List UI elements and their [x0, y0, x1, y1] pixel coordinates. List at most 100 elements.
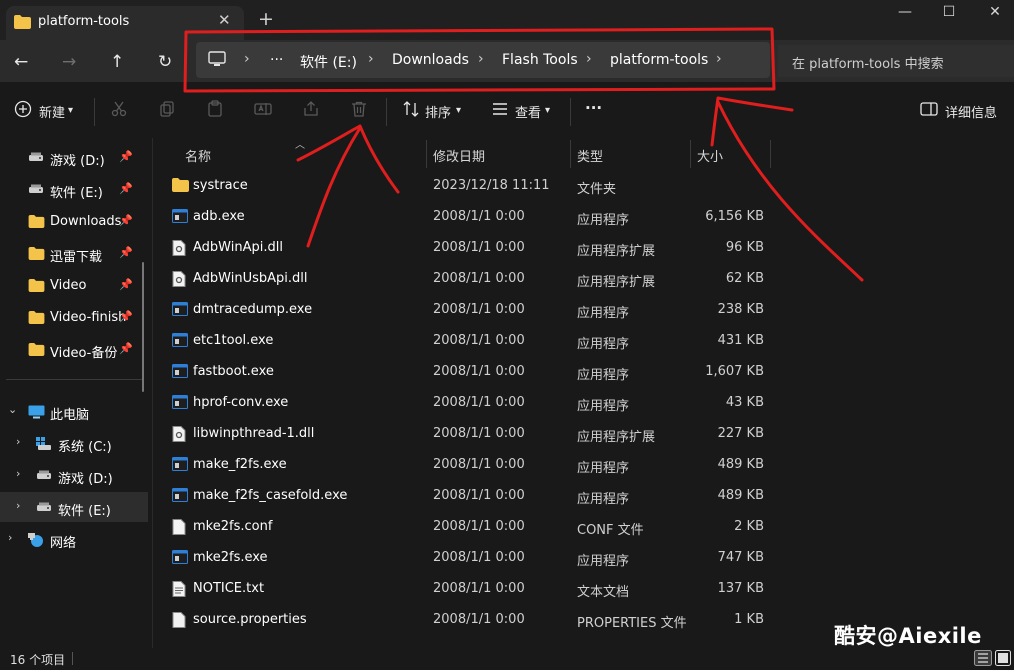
chevron-down-icon[interactable]: ▾ [456, 105, 461, 116]
view-button[interactable]: 查看 [515, 102, 541, 121]
sidebar-item-drive-e-pc[interactable]: › 软件 (E:) [0, 492, 148, 522]
details-button[interactable]: 详细信息 [945, 102, 997, 121]
cut-icon[interactable] [110, 100, 128, 122]
sidebar-scrollbar[interactable] [142, 262, 144, 392]
new-button[interactable] [14, 100, 32, 122]
file-icon [172, 612, 186, 632]
drive-icon [28, 183, 44, 199]
breadcrumb-item-downloads[interactable]: Downloads [392, 52, 469, 68]
file-row[interactable]: mke2fs.conf 2008/1/1 0:00 CONF 文件 2 KB [160, 512, 770, 542]
file-row[interactable]: dmtracedump.exe 2008/1/1 0:00 应用程序 238 KB [160, 295, 770, 325]
column-header-date[interactable]: 修改日期 [433, 146, 485, 165]
sidebar-item-video-backup[interactable]: Video-备份 📌 [0, 334, 148, 364]
file-row[interactable]: libwinpthread-1.dll 2008/1/1 0:00 应用程序扩展 22… [160, 419, 770, 449]
more-options-button[interactable]: ··· [585, 99, 602, 117]
chevron-down-icon[interactable]: ⌄ [8, 403, 17, 416]
breadcrumb-item-flash-tools[interactable]: Flash Tools [502, 52, 578, 68]
paste-icon[interactable] [206, 100, 224, 122]
file-row[interactable]: adb.exe 2008/1/1 0:00 应用程序 6,156 KB [160, 202, 770, 232]
status-divider [72, 652, 73, 665]
sidebar-item-label: 迅雷下载 [50, 250, 103, 265]
sidebar-item-video-finish[interactable]: Video-finish 📌 [0, 302, 148, 332]
details-view-icon[interactable] [974, 650, 992, 666]
chevron-right-icon[interactable]: › [244, 51, 250, 67]
column-separator[interactable] [570, 140, 571, 168]
file-name: make_f2fs_casefold.exe [193, 488, 348, 503]
close-tab-icon[interactable]: ✕ [218, 11, 231, 29]
up-button[interactable]: ↑ [110, 52, 124, 72]
sidebar-item-drive-c[interactable]: › 系统 (C:) [0, 428, 148, 458]
chevron-right-icon[interactable]: › [16, 435, 20, 448]
chevron-right-icon[interactable]: › [716, 51, 722, 67]
breadcrumb-ellipsis[interactable]: ··· [270, 52, 283, 68]
chevron-right-icon[interactable]: › [368, 51, 374, 67]
copy-icon[interactable] [158, 100, 176, 122]
breadcrumb-item-drive-e[interactable]: 软件 (E:) [300, 52, 357, 72]
refresh-button[interactable]: ↻ [158, 52, 172, 72]
chevron-right-icon[interactable]: › [8, 531, 12, 544]
breadcrumb[interactable]: › ··· 软件 (E:) › Downloads › Flash Tools … [196, 42, 770, 78]
delete-icon[interactable] [350, 100, 368, 122]
details-pane-icon[interactable] [920, 101, 938, 121]
sidebar-item-drive-e[interactable]: 软件 (E:) 📌 [0, 174, 148, 204]
sidebar-item-label: 网络 [50, 536, 77, 551]
file-modified-date: 2008/1/1 0:00 [433, 457, 525, 472]
column-separator[interactable] [426, 140, 427, 168]
file-row[interactable]: make_f2fs_casefold.exe 2008/1/1 0:00 应用程序 4… [160, 481, 770, 511]
chevron-right-icon[interactable]: › [586, 51, 592, 67]
sidebar-item-this-pc[interactable]: ⌄ 此电脑 [0, 396, 148, 426]
folder-icon [28, 215, 45, 232]
file-row[interactable]: AdbWinApi.dll 2008/1/1 0:00 应用程序扩展 96 KB [160, 233, 770, 263]
sidebar-item-xunlei[interactable]: 迅雷下载 📌 [0, 238, 148, 268]
sidebar-item-network[interactable]: › 网络 [0, 524, 148, 554]
maximize-button[interactable]: ☐ [926, 4, 972, 24]
windows-drive-icon [36, 437, 52, 454]
tab-platform-tools[interactable]: platform-tools ✕ [6, 6, 244, 40]
file-row[interactable]: mke2fs.exe 2008/1/1 0:00 应用程序 747 KB [160, 543, 770, 573]
sort-button[interactable]: 排序 [425, 102, 451, 121]
sidebar-item-drive-d[interactable]: 游戏 (D:) 📌 [0, 142, 148, 172]
sidebar-item-video[interactable]: Video 📌 [0, 270, 148, 300]
minimize-button[interactable]: — [882, 4, 928, 24]
file-row[interactable]: systrace 2023/12/18 11:11 文件夹 [160, 171, 770, 201]
column-header-size[interactable]: 大小 [697, 146, 723, 165]
back-button[interactable]: ← [14, 52, 28, 72]
file-row[interactable]: fastboot.exe 2008/1/1 0:00 应用程序 1,607 KB [160, 357, 770, 387]
share-icon[interactable] [302, 100, 320, 122]
file-row[interactable]: make_f2fs.exe 2008/1/1 0:00 应用程序 489 KB [160, 450, 770, 480]
sidebar-divider [6, 379, 142, 380]
close-window-button[interactable]: ✕ [972, 4, 1014, 24]
search-input[interactable]: 在 platform-tools 中搜索 [778, 45, 1014, 77]
chevron-down-icon[interactable]: ▾ [545, 105, 550, 116]
forward-button[interactable]: → [62, 52, 76, 72]
chevron-right-icon[interactable]: › [16, 467, 20, 480]
new-tab-button[interactable]: + [258, 8, 274, 30]
column-separator[interactable] [690, 140, 691, 168]
file-row[interactable]: AdbWinUsbApi.dll 2008/1/1 0:00 应用程序扩展 62 KB [160, 264, 770, 294]
new-label[interactable]: 新建 [39, 102, 65, 121]
file-size: 747 KB [717, 550, 764, 565]
column-header-type[interactable]: 类型 [577, 146, 603, 165]
file-name: dmtracedump.exe [193, 302, 313, 317]
breadcrumb-item-platform-tools[interactable]: platform-tools [610, 52, 708, 68]
rename-icon[interactable] [254, 100, 272, 122]
chevron-right-icon[interactable]: › [478, 51, 484, 67]
file-row[interactable]: NOTICE.txt 2008/1/1 0:00 文本文档 137 KB [160, 574, 770, 604]
view-icon[interactable] [491, 100, 509, 122]
chevron-down-icon[interactable]: ▾ [68, 105, 73, 116]
file-row[interactable]: hprof-conv.exe 2008/1/1 0:00 应用程序 43 KB [160, 388, 770, 418]
column-header-name[interactable]: 名称 [185, 146, 211, 165]
column-separator[interactable] [770, 140, 771, 168]
toolbar-divider [386, 98, 387, 126]
sort-icon[interactable] [402, 100, 420, 122]
computer-icon[interactable] [208, 51, 226, 71]
file-row[interactable]: source.properties 2008/1/1 0:00 PROPERTIES… [160, 605, 770, 635]
chevron-right-icon[interactable]: › [16, 499, 20, 512]
sidebar-item-label: Video [50, 278, 87, 293]
thumbnail-view-icon[interactable] [995, 650, 1013, 666]
command-bar: 新建 ▾ 排序 ▾ 查看 ▾ ··· 详细信息 [0, 90, 1014, 134]
pin-icon: 📌 [119, 246, 133, 259]
sidebar-item-downloads[interactable]: Downloads 📌 [0, 206, 148, 236]
sidebar-item-drive-d-pc[interactable]: › 游戏 (D:) [0, 460, 148, 490]
file-row[interactable]: etc1tool.exe 2008/1/1 0:00 应用程序 431 KB [160, 326, 770, 356]
